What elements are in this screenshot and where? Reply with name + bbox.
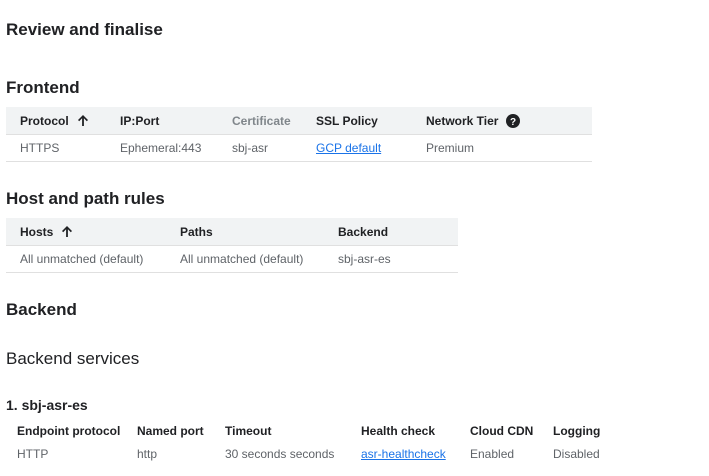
value-timeout: 30 seconds seconds — [225, 447, 335, 461]
cell-paths: All unmatched (default) — [180, 252, 304, 266]
column-network-tier-label: Network Tier — [426, 114, 499, 128]
backend-services-heading: Backend services — [6, 349, 140, 368]
frontend-heading: Frontend — [6, 78, 80, 97]
value-cloud-cdn: Enabled — [470, 447, 515, 461]
column-protocol[interactable]: Protocol — [20, 114, 89, 130]
host-path-table-header — [6, 218, 458, 245]
frontend-header-divider — [6, 134, 592, 135]
host-path-header-divider — [6, 245, 458, 246]
label-cloud-cdn: Cloud CDN — [470, 424, 534, 438]
label-endpoint-protocol: Endpoint protocol — [17, 424, 121, 438]
backend-service-title: 1. sbj-asr-es — [6, 397, 88, 413]
value-endpoint-protocol: HTTP — [17, 447, 49, 461]
cell-network-tier: Premium — [426, 141, 475, 155]
health-check-link[interactable]: asr-healthcheck — [361, 447, 446, 461]
column-ip-port: IP:Port — [120, 114, 160, 128]
cell-backend: sbj-asr-es — [338, 252, 391, 266]
label-timeout: Timeout — [225, 424, 272, 438]
column-ssl-policy: SSL Policy — [316, 114, 378, 128]
cell-protocol: HTTPS — [20, 141, 60, 155]
help-circle-icon[interactable]: ? — [506, 114, 521, 131]
host-path-row-divider — [6, 272, 458, 273]
value-logging: Disabled — [553, 447, 600, 461]
label-logging: Logging — [553, 424, 601, 438]
column-hosts[interactable]: Hosts — [20, 225, 73, 241]
backend-heading: Backend — [6, 300, 77, 319]
column-certificate: Certificate — [232, 114, 291, 128]
column-network-tier: Network Tier ? — [426, 114, 521, 131]
svg-text:?: ? — [510, 117, 516, 128]
arrow-up-icon — [61, 225, 73, 241]
host-path-rules-heading: Host and path rules — [6, 189, 165, 208]
ssl-policy-link[interactable]: GCP default — [316, 141, 381, 155]
label-named-port: Named port — [137, 424, 204, 438]
cell-certificate: sbj-asr — [232, 141, 269, 155]
column-paths: Paths — [180, 225, 213, 239]
label-health-check: Health check — [361, 424, 436, 438]
page-title: Review and finalise — [6, 20, 163, 39]
column-backend: Backend — [338, 225, 389, 239]
value-named-port: http — [137, 447, 158, 461]
cell-hosts: All unmatched (default) — [20, 252, 144, 266]
cell-ip-port: Ephemeral:443 — [120, 141, 202, 155]
column-hosts-label: Hosts — [20, 225, 54, 239]
arrow-up-icon — [77, 114, 89, 130]
column-protocol-label: Protocol — [20, 114, 69, 128]
frontend-row-divider — [6, 161, 592, 162]
